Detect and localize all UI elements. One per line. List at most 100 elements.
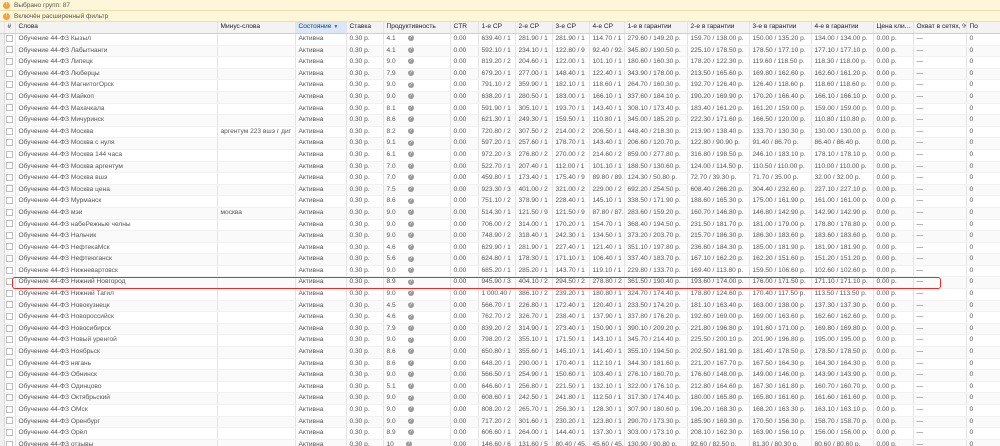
header-col-3rd-sp[interactable]: 3-е СР <box>552 22 590 34</box>
help-question-icon[interactable]: ? <box>407 336 414 343</box>
advanced-filter-banner[interactable]: ! Включён расширенный фильтр <box>0 11 1000 22</box>
row-checkbox-cell[interactable] <box>4 68 16 81</box>
help-question-icon[interactable]: ? <box>407 325 414 332</box>
help-question-icon[interactable]: ? <box>407 417 414 424</box>
table-row[interactable]: Обучение 44-ФЗ Обнинск Активна 0.30 р. 9.0?… <box>0 369 1000 382</box>
help-question-icon[interactable]: ? <box>407 429 414 436</box>
row-checkbox-cell[interactable] <box>4 219 16 232</box>
table-row[interactable]: Обучение 44-ФЗ нягань Активна 0.30 р. 8.6? 0… <box>0 358 1000 371</box>
row-checkbox-cell[interactable] <box>4 56 16 69</box>
help-question-icon[interactable]: ? <box>407 162 414 169</box>
table-row[interactable]: Обучение 44-ФЗ Одинцово Активна 0.30 р. 5.1… <box>0 381 1000 394</box>
row-checkbox-cell[interactable] <box>4 358 16 371</box>
table-row[interactable]: Обучение 44-ФЗ Кызыл Активна 0.30 р. 4.1? 0.… <box>0 33 1000 46</box>
help-question-icon[interactable]: ? <box>407 185 414 192</box>
sort-desc-icon[interactable]: ▼ <box>333 24 338 30</box>
table-row[interactable]: Обучение 44-ФЗ Новокузнецк Активна 0.30 р.… <box>0 300 1000 313</box>
table-row[interactable]: Обучение 44-ФЗ Лабытнанги Активна 0.30 р. 4… <box>0 45 1000 58</box>
row-checkbox[interactable] <box>6 243 13 251</box>
header-col-network-coverage[interactable]: Охват в сетях, % <box>913 22 967 34</box>
row-checkbox-cell[interactable] <box>4 79 16 92</box>
header-col-state[interactable]: Состояние ▼ <box>295 22 347 34</box>
row-checkbox-cell[interactable] <box>4 265 16 278</box>
help-question-icon[interactable]: ? <box>407 406 414 413</box>
row-checkbox[interactable] <box>6 197 13 205</box>
table-row[interactable]: Обучение 44-ФЗ МагнитогОрск Активна 0.30 р… <box>0 79 1000 92</box>
row-checkbox[interactable] <box>6 115 13 123</box>
table-row[interactable]: Обучение 44-ФЗ Майкоп Активна 0.30 р. 9.0? 0… <box>0 91 1000 104</box>
row-checkbox[interactable] <box>6 336 13 344</box>
groups-table-container[interactable]: # Слова Минус-слова Состояние ▼ Ставка Продукт… <box>0 22 1000 446</box>
header-col-ctr[interactable]: CTR <box>450 22 479 34</box>
header-col-1st-guarantee[interactable]: 1-е в гарантии <box>624 22 688 34</box>
help-question-icon[interactable]: ? <box>407 81 414 88</box>
row-checkbox[interactable] <box>6 46 13 54</box>
row-checkbox-cell[interactable] <box>4 288 16 301</box>
row-checkbox[interactable] <box>6 231 13 239</box>
row-checkbox[interactable] <box>6 127 13 135</box>
header-col-number[interactable]: # <box>4 22 16 34</box>
row-checkbox-cell[interactable] <box>4 323 16 336</box>
table-row[interactable]: Обучение 44-ФЗ Москва 144 часа Активна 0.3… <box>0 149 1000 162</box>
row-checkbox[interactable] <box>6 405 13 413</box>
row-checkbox[interactable] <box>6 382 13 390</box>
help-question-icon[interactable]: ? <box>407 394 414 401</box>
table-row[interactable]: Обучение 44-ФЗ Нальчик Активна 0.30 р. 9.0?… <box>0 230 1000 243</box>
table-row[interactable]: Обучение 44-ФЗ Нижневартовск Активна 0.30 … <box>0 265 1000 278</box>
row-checkbox[interactable] <box>6 92 13 100</box>
help-question-icon[interactable]: ? <box>407 93 414 100</box>
row-checkbox-cell[interactable] <box>4 381 16 394</box>
help-question-icon[interactable]: ? <box>407 104 414 111</box>
table-row[interactable]: Обучение 44-ФЗ Москва цена Активна 0.30 р.… <box>0 184 1000 197</box>
row-checkbox-cell[interactable] <box>4 427 16 440</box>
row-checkbox-cell[interactable] <box>4 149 16 162</box>
row-checkbox[interactable] <box>6 185 13 193</box>
help-question-icon[interactable]: ? <box>407 359 414 366</box>
help-question-icon[interactable]: ? <box>407 301 414 308</box>
row-checkbox[interactable] <box>6 359 13 367</box>
row-checkbox-cell[interactable] <box>4 392 16 405</box>
table-row[interactable]: Обучение 44-ФЗ Москва аргентум 223 вшэ г … <box>0 126 1000 139</box>
help-question-icon[interactable]: ? <box>407 128 414 134</box>
row-checkbox-cell[interactable] <box>4 33 16 46</box>
row-checkbox-cell[interactable] <box>4 91 16 104</box>
row-checkbox[interactable] <box>6 278 13 286</box>
header-col-1st-sp[interactable]: 1-е СР <box>478 22 516 34</box>
row-checkbox[interactable] <box>6 324 13 332</box>
table-row[interactable]: Обучение 44-ФЗ Октябрьский Активна 0.30 р.… <box>0 392 1000 405</box>
help-question-icon[interactable]: ? <box>407 290 414 297</box>
table-row[interactable]: Обучение 44-ФЗ Орёл Активна 0.30 р. 8.9? 0.0… <box>0 427 1000 440</box>
table-row[interactable]: Обучение 44-ФЗ Липецк Активна 0.30 р. 9.0? 0… <box>0 56 1000 69</box>
row-checkbox[interactable] <box>6 69 13 77</box>
help-question-icon[interactable]: ? <box>407 220 414 227</box>
help-question-icon[interactable]: ? <box>407 371 414 378</box>
row-checkbox[interactable] <box>6 139 13 147</box>
row-checkbox-cell[interactable] <box>4 369 16 382</box>
table-row[interactable]: Обучение 44-ФЗ Мичуринск Активна 0.30 р. 8.… <box>0 114 1000 127</box>
row-checkbox[interactable] <box>6 81 13 89</box>
row-checkbox[interactable] <box>6 104 13 112</box>
help-question-icon[interactable]: ? <box>407 58 414 65</box>
row-checkbox[interactable] <box>6 255 13 263</box>
table-row[interactable]: Обучение 44-ФЗ Москва с нуля Активна 0.30 … <box>0 137 1000 150</box>
row-checkbox-cell[interactable] <box>4 103 16 116</box>
row-checkbox-cell[interactable] <box>4 184 16 197</box>
header-col-4th-guarantee[interactable]: 4-е в гарантии <box>811 22 874 34</box>
row-checkbox[interactable] <box>6 266 13 274</box>
row-checkbox-cell[interactable] <box>4 242 16 255</box>
row-checkbox[interactable] <box>6 394 13 402</box>
table-row[interactable]: Обучение 44-ФЗ Оренбург Активна 0.30 р. 9.0… <box>0 416 1000 429</box>
table-row[interactable]: Обучение 44-ФЗ НефтекаМск Активна 0.30 р. 4… <box>0 242 1000 255</box>
help-question-icon[interactable]: ? <box>407 151 414 158</box>
row-checkbox-cell[interactable] <box>4 311 16 324</box>
help-question-icon[interactable]: ? <box>407 70 414 77</box>
table-row[interactable]: Обучение 44-ФЗ Люберцы Активна 0.30 р. 7.9?… <box>0 68 1000 81</box>
header-col-2nd-guarantee[interactable]: 2-е в гарантии <box>687 22 750 34</box>
help-question-icon[interactable]: ? <box>405 441 412 446</box>
row-checkbox-cell[interactable] <box>4 404 16 417</box>
table-row[interactable]: Обучение 44-ФЗ набеРежные челны Активна 0.… <box>0 219 1000 232</box>
header-col-2nd-sp[interactable]: 2-е СР <box>515 22 553 34</box>
table-row[interactable]: Обучение 44-ФЗ Мурманск Активна 0.30 р. 8.6… <box>0 195 1000 208</box>
table-row[interactable]: Обучение 44-ФЗ Новый уренгой Активна 0.30 … <box>0 334 1000 348</box>
row-checkbox[interactable] <box>6 289 13 297</box>
